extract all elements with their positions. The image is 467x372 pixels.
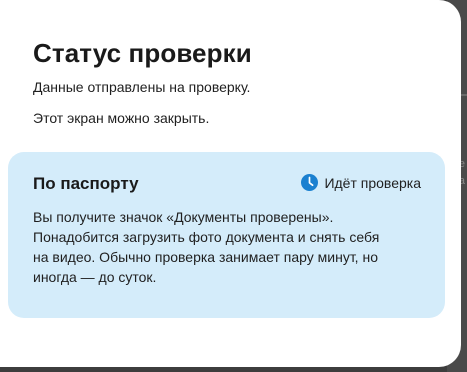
card-description-line: Понадобится загрузить фото документа и с… (33, 229, 380, 245)
verification-status-modal: Статус проверки Данные отправлены на про… (0, 0, 461, 367)
verification-status: Идёт проверка (301, 174, 421, 191)
clock-icon (301, 174, 319, 191)
passport-verification-card: По паспорту Идёт проверка Вы получите зн… (8, 152, 445, 318)
card-description-line: на видео. Обычно проверка занимает пару … (33, 249, 378, 265)
card-title: По паспорту (33, 174, 139, 193)
status-message: Данные отправлены на проверку. (33, 79, 251, 95)
close-hint: Этот экран можно закрыть. (33, 110, 210, 126)
card-description: Вы получите значок «Документы проверены»… (33, 207, 428, 287)
card-description-line: Вы получите значок «Документы проверены»… (33, 209, 334, 225)
card-description-line: иногда — до суток. (33, 269, 157, 285)
modal-title: Статус проверки (33, 38, 252, 68)
status-label: Идёт проверка (324, 174, 421, 191)
